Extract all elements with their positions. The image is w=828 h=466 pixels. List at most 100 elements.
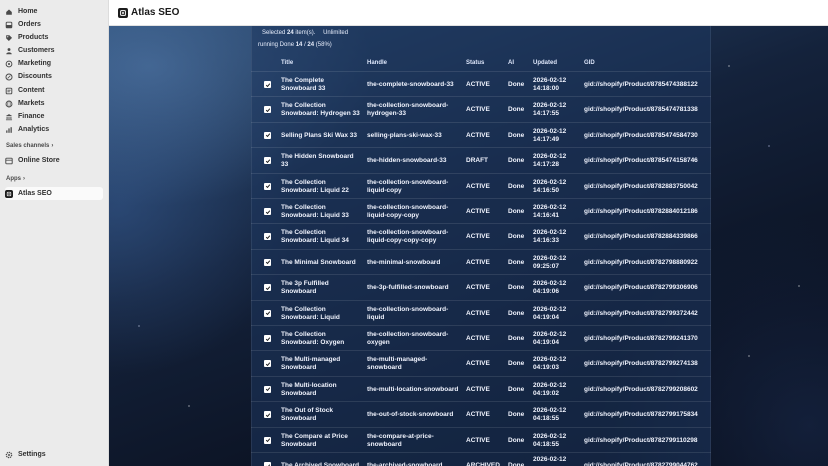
status-badge: ARCHIVED (466, 462, 500, 466)
separator: / (304, 42, 306, 48)
table-row[interactable]: The Multi-location Snowboard the-multi-loc… (251, 375, 711, 401)
row-checkbox[interactable] (264, 258, 271, 266)
updated-time: 09:25:07 (533, 262, 560, 270)
sidebar-item-customers[interactable]: Customers (5, 45, 103, 56)
sidebar-item-discounts[interactable]: Discounts (5, 71, 103, 82)
sidebar-item-online-store[interactable]: Online Store (5, 155, 103, 166)
table-row[interactable]: The Complete Snowboard 33 the-complete-sno… (251, 71, 711, 96)
row-checkbox[interactable] (264, 284, 271, 292)
ai-status: Done (508, 157, 525, 165)
product-title: The Collection (281, 331, 326, 338)
product-title: The Out of Stock (281, 407, 333, 415)
product-title-cont: Snowboard (281, 364, 317, 372)
updated-time: 14:16:50 (533, 186, 560, 194)
column-header-handle[interactable]: Handle (367, 60, 387, 66)
sales-channels-label: Sales channels (6, 143, 50, 149)
table-row[interactable]: The Compare at Price Snowboard the-compare… (251, 426, 711, 452)
atlas-seo-app-icon (5, 189, 13, 198)
table-row[interactable]: The Out of Stock Snowboard the-out-of-stoc… (251, 401, 711, 426)
row-checkbox[interactable] (264, 335, 271, 342)
checkmark-icon (265, 159, 270, 163)
sidebar-item-analytics[interactable]: Analytics (5, 124, 103, 135)
product-title-cont: Snowboard 33 (281, 85, 326, 92)
row-checkbox[interactable] (264, 131, 271, 139)
column-header-title[interactable]: Title (281, 60, 293, 66)
status-badge: ACTIVE (466, 385, 490, 393)
table-row[interactable]: The Collection Snowboard: Liquid the-colle… (251, 299, 711, 325)
status-badge: ACTIVE (466, 182, 490, 190)
row-checkbox[interactable] (264, 233, 271, 241)
sidebar-item-markets[interactable]: Markets (5, 98, 103, 109)
table-row[interactable]: The Collection Snowboard: Liquid 33 the-co… (251, 198, 711, 223)
product-gid: gid://shopify/Product/8785474584730 (584, 131, 698, 139)
sidebar-item-orders[interactable]: Orders (5, 19, 103, 30)
product-handle: the-collection-snowboard- (367, 178, 449, 186)
table-row[interactable]: The Archived Snowboard the-archived-snowb… (251, 452, 711, 466)
sidebar-item-finance[interactable]: Finance (5, 111, 103, 122)
table-row[interactable]: The Multi-managed Snowboard the-multi-mana… (251, 350, 711, 375)
updated-time: 14:17:28 (533, 161, 560, 169)
status-badge: ACTIVE (466, 233, 490, 241)
column-header-ai[interactable]: AI (508, 60, 514, 66)
app-header: Atlas SEO (109, 0, 828, 26)
updated-date: 2026-02-12 (533, 77, 567, 84)
product-title-cont: Snowboard (281, 415, 317, 423)
chevron-right-icon: › (23, 176, 25, 182)
table-row[interactable]: The Collection Snowboard: Hydrogen 33 the-… (251, 96, 711, 121)
checkmark-icon (265, 336, 270, 341)
product-handle-cont: liquid-copy-copy (367, 212, 419, 219)
row-checkbox[interactable] (264, 360, 271, 368)
updated-time: 14:16:41 (533, 212, 560, 219)
table-row[interactable]: The Hidden Snowboard 33 the-hidden-snowboa… (251, 147, 711, 172)
updated-time: 14:17:55 (533, 110, 560, 118)
done-count: 14 (295, 42, 303, 48)
product-title: The Collection (281, 204, 326, 211)
status-badge: ACTIVE (466, 131, 490, 139)
column-header-gid[interactable]: GID (584, 60, 595, 66)
ai-status: Done (508, 436, 525, 444)
sidebar-item-home[interactable]: Home (5, 6, 103, 17)
table-row[interactable]: The Collection Snowboard: Liquid 22 the-co… (251, 172, 711, 198)
row-checkbox[interactable] (264, 462, 271, 466)
checkmark-icon (265, 387, 270, 392)
apps-title[interactable]: Apps › (6, 176, 25, 182)
table-row[interactable]: The Minimal Snowboard the-minimal-snowboa… (251, 248, 711, 274)
table-row[interactable]: The 3p Fulfilled Snowboard the-3p-fulfille… (251, 274, 711, 299)
orders-icon (5, 21, 13, 29)
sidebar-item-label: Online Store (18, 157, 60, 164)
row-checkbox[interactable] (264, 208, 271, 215)
row-checkbox[interactable] (264, 385, 271, 393)
row-checkbox[interactable] (264, 436, 271, 444)
sidebar-item-atlas-seo[interactable]: Atlas SEO (5, 187, 103, 200)
sidebar-item-content[interactable]: Content (5, 85, 103, 96)
row-checkbox[interactable] (264, 81, 271, 88)
column-header-status[interactable]: Status (466, 60, 484, 66)
row-checkbox[interactable] (264, 157, 271, 165)
product-gid: gid://shopify/Product/8785474158746 (584, 157, 698, 165)
table-row[interactable]: The Collection Snowboard: Oxygen the-colle… (251, 325, 711, 350)
product-title-cont: Snowboard (281, 440, 317, 448)
row-checkbox[interactable] (264, 411, 271, 419)
product-title: The Compare at Price (281, 432, 348, 440)
row-checkbox[interactable] (264, 309, 271, 317)
sidebar-item-products[interactable]: Products (5, 32, 103, 43)
status-badge: ACTIVE (466, 309, 490, 317)
sidebar-item-settings[interactable]: Settings (5, 449, 103, 460)
sales-channels-title[interactable]: Sales channels › (6, 143, 53, 149)
updated-time: 14:17:49 (533, 135, 560, 143)
table-row[interactable]: The Collection Snowboard: Liquid 34 the-co… (251, 223, 711, 248)
ai-status: Done (508, 208, 525, 215)
ai-status: Done (508, 258, 525, 266)
table-row[interactable]: Selling Plans Ski Wax 33 selling-plans-sk… (251, 121, 711, 147)
home-icon (5, 8, 13, 16)
product-title: The Complete (281, 77, 324, 84)
row-checkbox[interactable] (264, 182, 271, 190)
row-checkbox[interactable] (264, 106, 271, 114)
product-gid: gid://shopify/Product/8782799175834 (584, 411, 698, 419)
updated-date: 2026-02-12 (533, 102, 567, 110)
column-header-updated[interactable]: Updated (533, 60, 557, 66)
status-badge: ACTIVE (466, 411, 490, 419)
sidebar-item-marketing[interactable]: Marketing (5, 58, 103, 69)
status-badge: ACTIVE (466, 208, 490, 215)
ai-status: Done (508, 411, 525, 419)
